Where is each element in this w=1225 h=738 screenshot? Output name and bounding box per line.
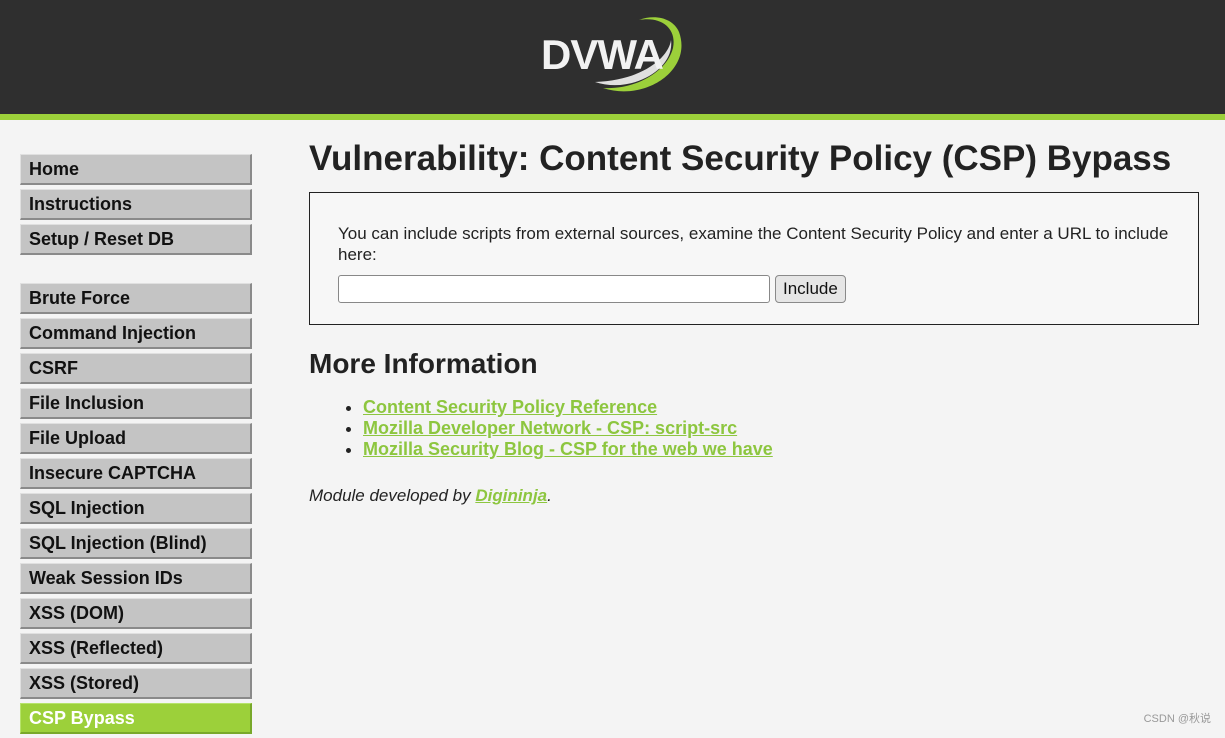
sidebar-item-brute-force[interactable]: Brute Force	[20, 283, 252, 314]
list-item: Mozilla Developer Network - CSP: script-…	[363, 418, 1199, 439]
sidebar-item-weak-session-ids[interactable]: Weak Session IDs	[20, 563, 252, 594]
main-content: Vulnerability: Content Security Policy (…	[309, 138, 1199, 506]
sidebar-item-instructions[interactable]: Instructions	[20, 189, 252, 220]
credit-prefix: Module developed by	[309, 486, 476, 505]
header-accent-stripe	[0, 114, 1225, 120]
vulnerable-code-area: You can include scripts from external so…	[309, 192, 1199, 325]
sidebar-item-insecure-captcha[interactable]: Insecure CAPTCHA	[20, 458, 252, 489]
author-link[interactable]: Digininja	[475, 486, 547, 505]
sidebar-item-sql-injection[interactable]: SQL Injection	[20, 493, 252, 524]
sidebar-item-file-upload[interactable]: File Upload	[20, 423, 252, 454]
header-bar: DVWA	[0, 0, 1225, 114]
list-item: Content Security Policy Reference	[363, 397, 1199, 418]
sidebar-item-home[interactable]: Home	[20, 154, 252, 185]
sidebar-menu: Home Instructions Setup / Reset DB Brute…	[20, 154, 252, 738]
link-mdn-script-src[interactable]: Mozilla Developer Network - CSP: script-…	[363, 418, 737, 438]
instructions-text: You can include scripts from external so…	[338, 224, 1169, 264]
module-credit: Module developed by Digininja.	[309, 486, 1199, 506]
link-csp-reference[interactable]: Content Security Policy Reference	[363, 397, 657, 417]
list-item: Mozilla Security Blog - CSP for the web …	[363, 439, 1199, 460]
page-title: Vulnerability: Content Security Policy (…	[309, 139, 1172, 178]
include-form: Include	[338, 275, 1170, 303]
link-mozilla-security-blog[interactable]: Mozilla Security Blog - CSP for the web …	[363, 439, 773, 459]
reference-links: Content Security Policy Reference Mozill…	[309, 397, 1199, 460]
more-information-heading: More Information	[309, 348, 538, 379]
dvwa-logo: DVWA	[535, 10, 695, 102]
credit-suffix: .	[547, 486, 552, 505]
sidebar-item-xss-dom[interactable]: XSS (DOM)	[20, 598, 252, 629]
include-button[interactable]: Include	[775, 275, 846, 303]
sidebar-item-csp-bypass[interactable]: CSP Bypass	[20, 703, 252, 734]
sidebar-item-command-injection[interactable]: Command Injection	[20, 318, 252, 349]
sidebar-item-xss-stored[interactable]: XSS (Stored)	[20, 668, 252, 699]
sidebar-item-csrf[interactable]: CSRF	[20, 353, 252, 384]
watermark-text: CSDN @秋说	[1143, 713, 1211, 725]
logo-text: DVWA	[541, 31, 664, 78]
sidebar-item-xss-reflected[interactable]: XSS (Reflected)	[20, 633, 252, 664]
sidebar-item-setup-reset-db[interactable]: Setup / Reset DB	[20, 224, 252, 255]
sidebar-item-file-inclusion[interactable]: File Inclusion	[20, 388, 252, 419]
url-input[interactable]	[338, 275, 770, 303]
sidebar-item-sql-injection-blind[interactable]: SQL Injection (Blind)	[20, 528, 252, 559]
